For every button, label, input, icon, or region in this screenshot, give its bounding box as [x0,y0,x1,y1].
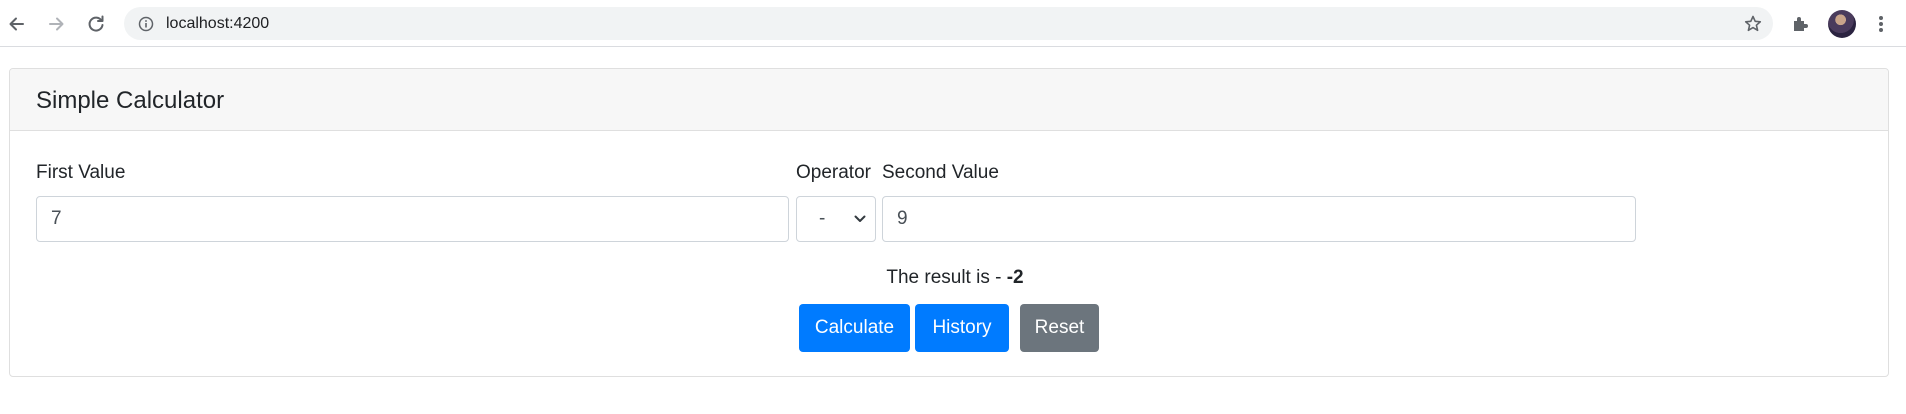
browser-toolbar: localhost:4200 [0,0,1906,47]
forward-button[interactable] [41,9,71,39]
first-value-label: First Value [36,162,126,183]
card-header: Simple Calculator [10,69,1888,131]
extensions-icon[interactable] [1790,13,1812,35]
page-title: Simple Calculator [36,87,225,114]
second-value-label: Second Value [882,162,999,183]
star-icon[interactable] [1743,14,1763,34]
result-value: -2 [1006,267,1024,288]
reload-icon [88,15,104,32]
second-value-input[interactable] [882,196,1636,242]
back-arrow-icon [9,17,24,31]
back-button[interactable] [2,9,32,39]
reset-button[interactable]: Reset [1020,304,1099,352]
operator-select[interactable]: - [796,196,876,242]
operator-selected-value: - [819,208,826,229]
avatar[interactable] [1828,10,1856,38]
reload-button[interactable] [81,9,111,39]
first-value-input[interactable] [36,196,789,242]
operator-label: Operator [796,162,871,183]
calculator-card: Simple Calculator First Value Operator S… [9,68,1889,377]
url-text[interactable]: localhost:4200 [166,7,269,40]
result-text: The result is - -2 [10,266,1890,290]
more-vert-icon[interactable] [1870,13,1892,35]
history-button[interactable]: History [915,304,1009,352]
calculate-button[interactable]: Calculate [799,304,910,352]
address-bar[interactable]: localhost:4200 [124,7,1773,40]
info-icon[interactable] [138,16,154,32]
forward-arrow-icon [49,17,64,31]
result-prefix: The result is - [886,267,1007,288]
chevron-down-icon [854,215,866,222]
